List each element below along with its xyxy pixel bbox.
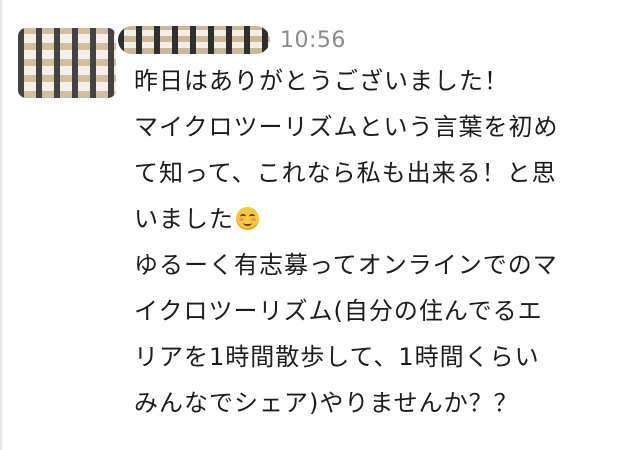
message-line: イクロツーリズム(自分の住んでるエ (134, 297, 543, 325)
chat-message: 10:56 昨日はありがとうございました！ マイクロツーリズムという言葉を初め … (0, 0, 640, 450)
message-body: 昨日はありがとうございました！ マイクロツーリズムという言葉を初め て知って、こ… (134, 58, 624, 426)
message-line-with-emoji: いました (134, 196, 624, 242)
timestamp[interactable]: 10:56 (280, 28, 346, 53)
message-line: 昨日はありがとうございました！ (134, 67, 509, 95)
message-line: ゆるーく有志募ってオンラインでのマ (134, 251, 558, 279)
smiling-face-with-smiling-eyes-icon (236, 207, 259, 230)
message-line: て知って、これなら私も出来る！と思 (134, 159, 557, 187)
message-line-text: いました (134, 205, 234, 233)
sender-name[interactable] (118, 26, 270, 54)
message-line: マイクロツーリズムという言葉を初め (134, 113, 559, 141)
message-line: リアを1時間散歩して、1時間くらい (134, 343, 540, 371)
message-header: 10:56 (118, 22, 346, 58)
avatar[interactable] (18, 28, 116, 98)
message-line: みんなでシェア)やりませんか？？ (134, 389, 519, 417)
